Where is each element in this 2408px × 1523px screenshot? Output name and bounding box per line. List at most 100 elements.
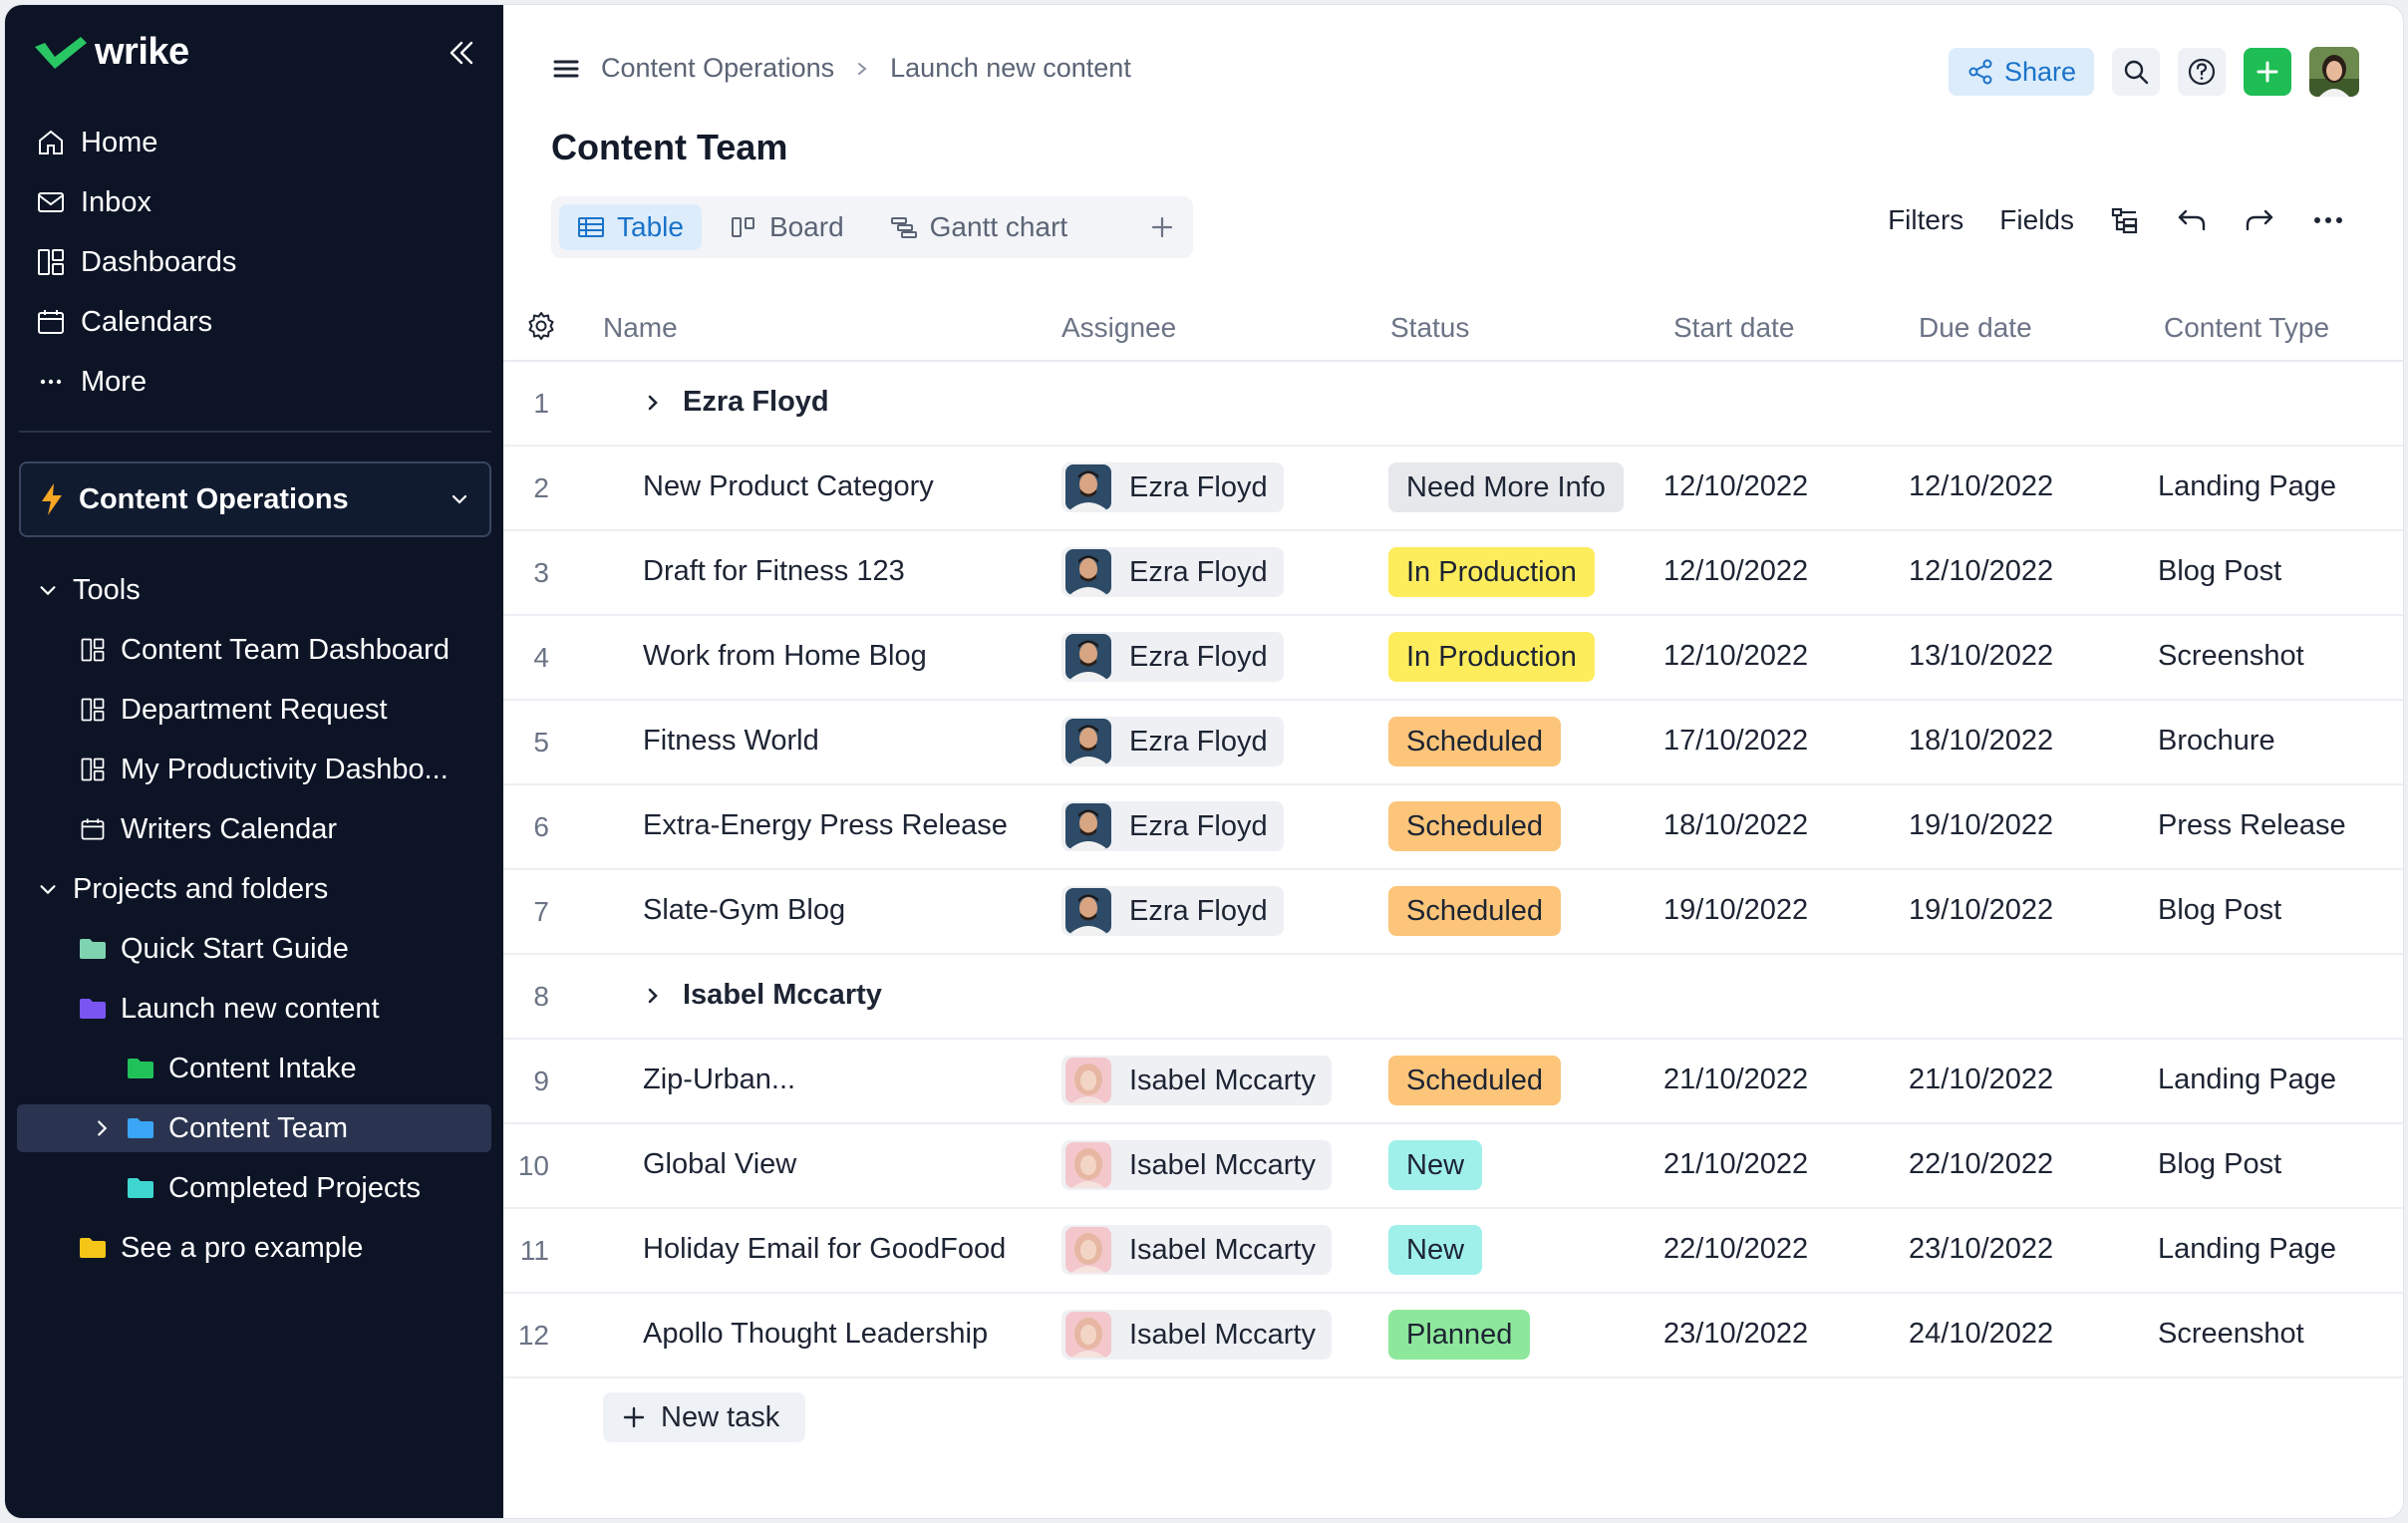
table-row[interactable]: 12 Apollo Thought Leadership Isabel Mccart…: [503, 1294, 2403, 1378]
content-type[interactable]: Screenshot: [2158, 640, 2304, 673]
tree-folder[interactable]: Completed Projects: [127, 1163, 421, 1213]
assignee-chip[interactable]: Ezra Floyd: [1061, 801, 1284, 851]
status-badge[interactable]: Planned: [1388, 1310, 1531, 1360]
content-type[interactable]: Screenshot: [2158, 1318, 2304, 1351]
status-badge[interactable]: Scheduled: [1388, 717, 1562, 766]
tree-tool-item[interactable]: Department Request: [79, 685, 388, 735]
group-row[interactable]: 8 Isabel Mccarty: [503, 955, 2403, 1040]
assignee-chip[interactable]: Isabel Mccarty: [1061, 1310, 1332, 1360]
content-type[interactable]: Brochure: [2158, 725, 2275, 758]
start-date[interactable]: 12/10/2022: [1663, 640, 1808, 673]
status-badge[interactable]: New: [1388, 1225, 1483, 1275]
content-type[interactable]: Blog Post: [2158, 894, 2281, 927]
due-date[interactable]: 19/10/2022: [1909, 809, 2053, 842]
task-name[interactable]: Draft for Fitness 123: [643, 555, 905, 588]
breadcrumb-parent[interactable]: Content Operations: [601, 53, 834, 84]
status-badge[interactable]: In Production: [1388, 632, 1595, 682]
tree-tool-item[interactable]: Content Team Dashboard: [79, 625, 450, 675]
assignee-chip[interactable]: Ezra Floyd: [1061, 632, 1284, 682]
new-task-button[interactable]: New task: [603, 1392, 806, 1442]
status-badge[interactable]: Scheduled: [1388, 1056, 1562, 1105]
wrike-logo[interactable]: wrike: [33, 31, 189, 74]
fields-button[interactable]: Fields: [1999, 204, 2074, 236]
tree-folder[interactable]: Content Intake: [127, 1044, 357, 1093]
start-date[interactable]: 19/10/2022: [1663, 894, 1808, 927]
task-name[interactable]: Global View: [643, 1148, 796, 1181]
assignee-chip[interactable]: Ezra Floyd: [1061, 547, 1284, 597]
content-type[interactable]: Blog Post: [2158, 1148, 2281, 1181]
status-badge[interactable]: Need More Info: [1388, 462, 1624, 512]
content-type[interactable]: Blog Post: [2158, 555, 2281, 588]
collapse-sidebar-icon[interactable]: [446, 37, 477, 69]
group-toggle[interactable]: Isabel Mccarty: [643, 979, 882, 1012]
redo-button[interactable]: [2244, 205, 2275, 235]
start-date[interactable]: 21/10/2022: [1663, 1148, 1808, 1181]
due-date[interactable]: 22/10/2022: [1909, 1148, 2053, 1181]
tree-projects[interactable]: Projects and folders: [37, 864, 328, 914]
table-row[interactable]: 4 Work from Home Blog Ezra Floyd In Product…: [503, 616, 2403, 701]
nav-calendars[interactable]: Calendars: [35, 298, 212, 346]
table-row[interactable]: 2 New Product Category Ezra Floyd Need More…: [503, 447, 2403, 531]
table-row[interactable]: 6 Extra-Energy Press Release Ezra Floyd Sch…: [503, 785, 2403, 870]
filters-button[interactable]: Filters: [1888, 204, 1963, 236]
table-row[interactable]: 10 Global View Isabel Mccarty New 21/10/2022…: [503, 1124, 2403, 1209]
content-type[interactable]: Press Release: [2158, 809, 2346, 842]
column-header-content-type[interactable]: Content Type: [2164, 312, 2329, 344]
status-badge[interactable]: Scheduled: [1388, 801, 1562, 851]
task-name[interactable]: Fitness World: [643, 725, 819, 758]
user-avatar[interactable]: [2309, 47, 2359, 97]
undo-button[interactable]: [2176, 205, 2208, 235]
tree-folder[interactable]: See a pro example: [79, 1223, 363, 1273]
due-date[interactable]: 12/10/2022: [1909, 555, 2053, 588]
space-selector[interactable]: Content Operations: [19, 461, 491, 537]
share-button[interactable]: Share: [1948, 48, 2094, 96]
nav-home[interactable]: Home: [35, 119, 157, 166]
due-date[interactable]: 12/10/2022: [1909, 470, 2053, 503]
breadcrumb-current[interactable]: Launch new content: [890, 53, 1131, 84]
tree-folder-content-team[interactable]: Content Team: [91, 1103, 348, 1153]
search-button[interactable]: [2112, 48, 2160, 96]
add-view-button[interactable]: [1131, 196, 1193, 258]
nav-more[interactable]: More: [35, 358, 147, 406]
column-header-due-date[interactable]: Due date: [1919, 312, 2032, 344]
assignee-chip[interactable]: Isabel Mccarty: [1061, 1056, 1332, 1105]
start-date[interactable]: 21/10/2022: [1663, 1064, 1808, 1096]
settings-gear-icon[interactable]: [525, 310, 557, 342]
due-date[interactable]: 18/10/2022: [1909, 725, 2053, 758]
column-header-assignee[interactable]: Assignee: [1061, 312, 1176, 344]
due-date[interactable]: 24/10/2022: [1909, 1318, 2053, 1351]
column-header-status[interactable]: Status: [1390, 312, 1469, 344]
task-name[interactable]: Holiday Email for GoodFood: [643, 1233, 1006, 1266]
assignee-chip[interactable]: Ezra Floyd: [1061, 886, 1284, 936]
table-row[interactable]: 9 Zip-Urban... Isabel Mccarty Scheduled 21/1…: [503, 1040, 2403, 1124]
content-type[interactable]: Landing Page: [2158, 1233, 2336, 1266]
table-row[interactable]: 3 Draft for Fitness 123 Ezra Floyd In Produ…: [503, 531, 2403, 616]
task-name[interactable]: Apollo Thought Leadership: [643, 1318, 988, 1351]
start-date[interactable]: 23/10/2022: [1663, 1318, 1808, 1351]
due-date[interactable]: 19/10/2022: [1909, 894, 2053, 927]
tree-folder[interactable]: Quick Start Guide: [79, 924, 349, 974]
start-date[interactable]: 22/10/2022: [1663, 1233, 1808, 1266]
start-date[interactable]: 12/10/2022: [1663, 555, 1808, 588]
assignee-chip[interactable]: Ezra Floyd: [1061, 717, 1284, 766]
start-date[interactable]: 18/10/2022: [1663, 809, 1808, 842]
column-header-start-date[interactable]: Start date: [1673, 312, 1794, 344]
column-header-name[interactable]: Name: [603, 312, 678, 344]
due-date[interactable]: 23/10/2022: [1909, 1233, 2053, 1266]
group-row[interactable]: 1 Ezra Floyd: [503, 362, 2403, 447]
tree-folder[interactable]: Launch new content: [79, 984, 380, 1034]
assignee-chip[interactable]: Isabel Mccarty: [1061, 1140, 1332, 1190]
tab-gantt[interactable]: Gantt chart: [872, 204, 1086, 250]
nav-inbox[interactable]: Inbox: [35, 178, 151, 226]
content-type[interactable]: Landing Page: [2158, 1064, 2336, 1096]
task-name[interactable]: Zip-Urban...: [643, 1064, 795, 1096]
grouping-button[interactable]: [2110, 205, 2140, 235]
tree-tool-item[interactable]: Writers Calendar: [79, 804, 337, 854]
due-date[interactable]: 21/10/2022: [1909, 1064, 2053, 1096]
table-row[interactable]: 5 Fitness World Ezra Floyd Scheduled 17/10/2…: [503, 701, 2403, 785]
chevron-right-icon[interactable]: [91, 1117, 113, 1139]
nav-dashboards[interactable]: Dashboards: [35, 238, 236, 286]
task-name[interactable]: New Product Category: [643, 470, 934, 503]
table-row[interactable]: 7 Slate-Gym Blog Ezra Floyd Scheduled 19/10/…: [503, 870, 2403, 955]
tree-tools[interactable]: Tools: [37, 565, 141, 615]
